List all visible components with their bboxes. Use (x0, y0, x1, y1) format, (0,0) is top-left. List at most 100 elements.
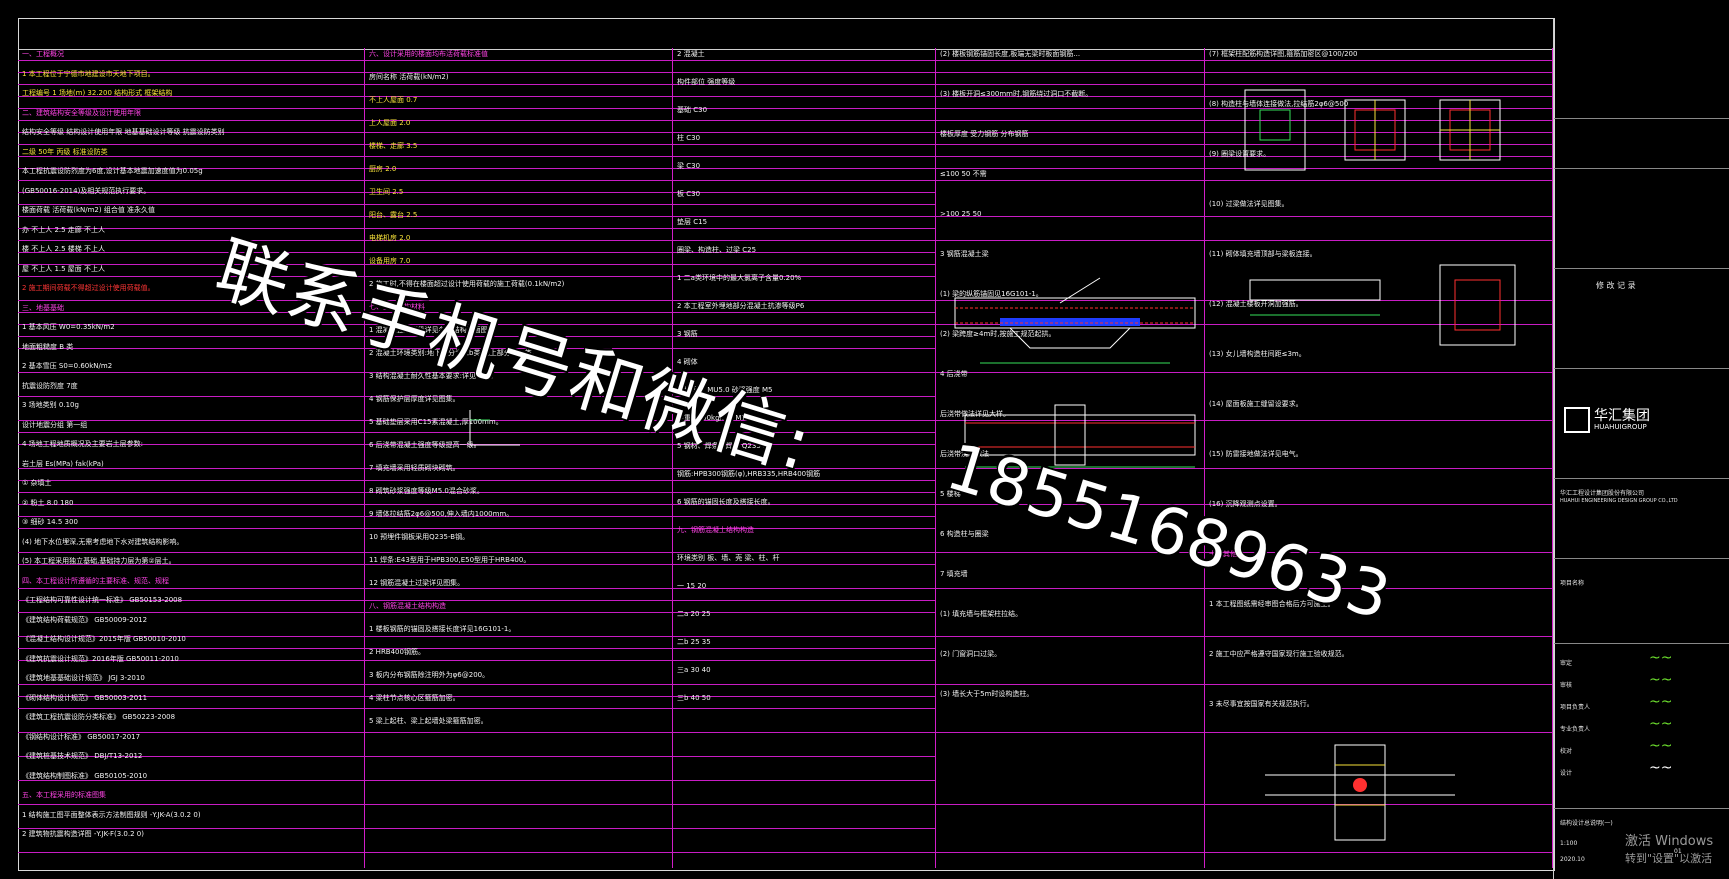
note-line: 6 钢筋的锚固长度及搭接长度。 (677, 498, 775, 506)
note-line: 三、地基基础 (22, 303, 64, 312)
note-line: (4) 地下水位埋深,无需考虑地下水对建筑结构影响。 (22, 537, 184, 546)
note-line: 《建筑结构制图标准》 GB50105-2010 (22, 771, 148, 780)
tb-row-6: 设计 (1560, 770, 1573, 777)
drawing-header-band (18, 18, 1555, 50)
note-line: 2 建筑物抗震构造详图 -Y.JK-F(3.0.2 0) (22, 830, 144, 838)
grid-line (18, 372, 1552, 373)
note-line: 六、设计采用的楼面均布活荷载标准值 (369, 50, 488, 58)
note-line: 地面粗糙度 B 类 (22, 342, 74, 351)
note-line: 《建筑工程抗震设防分类标准》 GB50223-2008 (22, 713, 176, 721)
note-line: 2 本工程室外埋地部分混凝土抗渗等级P6 (677, 302, 805, 310)
tb-divider (1554, 643, 1729, 644)
note-line: 7 填充墙 (940, 570, 968, 578)
note-line: 二a 20 25 (677, 610, 711, 618)
note-line: 电梯机房 2.0 (369, 234, 411, 242)
note-line: 2 基本雪压 S0=0.60kN/m2 (22, 362, 113, 370)
grid-line (18, 780, 935, 781)
change-record-label: 修 改 记 录 (1596, 281, 1636, 290)
note-line: 9 墙体拉结筋2φ6@500,伸入墙内1000mm。 (369, 510, 514, 518)
note-line: 阳台、露台 2.5 (369, 211, 418, 219)
note-line: 12 钢筋混凝土过梁详见图集。 (369, 579, 465, 587)
note-line: 2 HRB400钢筋。 (369, 648, 425, 656)
tb-divider (1554, 558, 1729, 559)
note-line: 7 填充墙采用轻质砌块砌筑。 (369, 464, 460, 472)
note-line: 基础 C30 (677, 106, 708, 114)
note-line: 圈梁、构造柱、过梁 C25 (677, 246, 757, 254)
note-line: 一 15 20 (677, 582, 707, 590)
note-line: 结构安全等级 结构设计使用年限 地基基础设计等级 抗震设防类别 (22, 128, 225, 136)
note-line: 梁 C30 (677, 162, 701, 170)
note-line: 设计地震分组 第一组 (22, 420, 88, 429)
note-line: 岩土层 Es(MPa) fak(kPa) (22, 459, 104, 468)
cad-drawing-canvas[interactable]: 一、工程概况 1 本工程位于宁德市地建设市天地下项目。 工程编号 1 场地(m) … (0, 0, 1729, 879)
note-line: 垫层 C15 (677, 218, 708, 226)
note-line: 楼面荷载 活荷载(kN/m2) 组合值 准永久值 (22, 206, 156, 214)
grid-line (18, 708, 935, 709)
note-line: 2 施工期间荷载不得超过设计使用荷载值。 (22, 284, 155, 292)
signature-2: ~~ (1649, 672, 1673, 688)
grid-line (18, 636, 1552, 637)
note-line: 《钢结构设计标准》 GB50017-2017 (22, 732, 141, 741)
note-line: 8 砌筑砂浆强度等级M5.0混合砂浆。 (369, 487, 484, 495)
grid-line (18, 732, 1552, 733)
note-line: (7) 框架柱配筋构造详图,箍筋加密区@100/200 (1209, 50, 1358, 58)
note-line: 1 基本风压 W0=0.35kN/m2 (22, 323, 115, 331)
tb-divider (1554, 168, 1729, 169)
tb-divider (1554, 478, 1729, 479)
company-logo: 华汇集团 HUAHUIGROUP (1564, 403, 1714, 443)
lintel-detail (1249, 264, 1516, 346)
windows-activation-line2: 转到"设置"以激活 (1625, 852, 1713, 865)
note-line: 办 不上人 2.5 走廊 不上人 (22, 225, 106, 234)
note-line: 2 混凝土 (677, 50, 705, 58)
signature-4: ~~ (1649, 716, 1673, 732)
note-line: (10) 过梁做法详见图集。 (1209, 200, 1289, 208)
note-line: 1 二a类环境中的最大氯离子含量0.20% (677, 274, 802, 282)
grid-line (18, 648, 935, 649)
note-line: 上人屋面 2.0 (369, 119, 411, 127)
slab-section-detail (954, 277, 1196, 364)
grid-line (18, 228, 935, 229)
logo-text: 华汇集团 (1594, 408, 1650, 424)
note-line: 厨房 2.0 (369, 165, 397, 173)
note-line: 3 未尽事宜按国家有关规范执行。 (1209, 700, 1314, 708)
note-line: 3 场地类别 0.10g (22, 401, 79, 409)
note-line: 5 梁上起柱、梁上起墙处梁箍筋加密。 (369, 717, 488, 725)
note-line: (16) 沉降观测点设置。 (1209, 500, 1282, 508)
drawing-title: 结构设计总说明(一) (1560, 820, 1613, 827)
note-line: ② 粉土 8.0 180 (22, 498, 74, 507)
note-line: 《砌体结构设计规范》 GB50003-2011 (22, 693, 148, 702)
note-line: (1) 填充墙与框架柱拉结。 (940, 610, 1023, 618)
grid-line (18, 756, 935, 757)
drawing-date: 2020.10 (1560, 856, 1585, 863)
note-line: (2) 楼板钢筋锚固长度,板端无梁时板面钢筋... (940, 50, 1081, 58)
note-line: (15) 防雷接地做法详见电气。 (1209, 450, 1303, 458)
note-line: 不上人屋面 0.7 (369, 96, 418, 104)
note-line: 3 钢筋混凝土梁 (940, 250, 989, 258)
note-line: 构件部位 强度等级 (677, 78, 736, 86)
note-line: 屋 不上人 1.5 屋面 不上人 (22, 264, 106, 273)
note-line: 2 施工中应严格遵守国家现行施工验收规范。 (1209, 650, 1349, 658)
signature-6: ~~ (1649, 760, 1673, 776)
grid-line (18, 528, 935, 529)
company-name: 华汇工程设计集团股份有限公司 (1560, 490, 1645, 497)
note-line: 楼梯、走廊 3.5 (369, 142, 418, 150)
signature-1: ~~ (1649, 650, 1673, 666)
note-line: 《混凝土结构设计规范》2015年版 GB50010-2010 (22, 635, 186, 643)
note-line: 九、钢筋混凝土结构构造 (677, 526, 754, 534)
note-line: 二级 50年 丙级 标准设防类 (22, 147, 108, 156)
tb-row-5: 校对 (1560, 748, 1573, 755)
tb-row-2: 审核 (1560, 682, 1573, 689)
note-line: 工程编号 1 场地(m) 32.200 结构形式 框架结构 (22, 89, 173, 97)
grid-line (18, 684, 1552, 685)
tb-divider (1554, 268, 1729, 269)
note-line: 4 场地工程地质概况及主要岩土层参数: (22, 440, 144, 448)
note-line: 《建筑结构荷载规范》 GB50009-2012 (22, 615, 148, 624)
tb-divider (1554, 118, 1729, 119)
note-line: 三b 40 50 (677, 694, 711, 702)
note-line: 1 结构施工图平面整体表示方法制图规则 -Y.JK-A(3.0.2 0) (22, 810, 201, 819)
note-line: 五、本工程采用的标准图集 (22, 791, 106, 799)
note-line: ① 杂填土 (22, 479, 52, 487)
grid-line (18, 696, 935, 697)
note-line: 3 钢筋 (677, 330, 698, 338)
note-line: ③ 细砂 14.5 300 (22, 518, 78, 526)
